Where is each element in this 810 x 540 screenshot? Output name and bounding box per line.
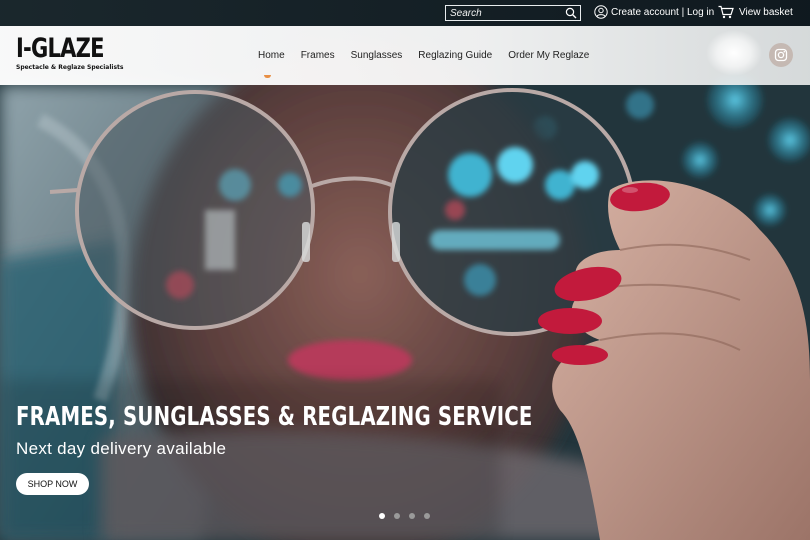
- carousel-dots: [379, 513, 439, 519]
- cart-icon: [718, 5, 734, 19]
- account-label[interactable]: Create account | Log in: [611, 7, 714, 18]
- instagram-icon: [774, 48, 788, 62]
- search-input[interactable]: [450, 7, 562, 19]
- main-nav: Home Frames Sunglasses Reglazing Guide O…: [258, 50, 605, 78]
- basket-label[interactable]: View basket: [739, 7, 793, 18]
- logo-subtitle: Spectacle & Reglaze Specialists: [16, 64, 124, 71]
- instagram-link[interactable]: [769, 43, 793, 67]
- search-icon[interactable]: [565, 7, 577, 19]
- basket-link[interactable]: View basket: [718, 5, 793, 19]
- nav-item-order-my-reglaze[interactable]: Order My Reglaze: [508, 50, 589, 61]
- logo-title: I-GLAZE: [16, 33, 105, 64]
- carousel-dot-1[interactable]: [379, 513, 385, 519]
- header-glow: [706, 30, 762, 76]
- site-header: I-GLAZE Spectacle & Reglaze Specialists …: [0, 26, 810, 85]
- shop-now-button[interactable]: SHOP NOW: [16, 473, 89, 495]
- account-link[interactable]: Create account | Log in: [594, 5, 714, 19]
- hero-title: FRAMES, SUNGLASSES & REGLAZING SERVICE: [16, 402, 533, 432]
- carousel-dot-3[interactable]: [409, 513, 415, 519]
- carousel-dot-4[interactable]: [424, 513, 430, 519]
- nav-item-frames[interactable]: Frames: [301, 50, 335, 61]
- logo[interactable]: I-GLAZE Spectacle & Reglaze Specialists: [16, 33, 129, 72]
- nav-item-sunglasses[interactable]: Sunglasses: [351, 50, 403, 61]
- nav-item-reglazing-guide[interactable]: Reglazing Guide: [418, 50, 492, 61]
- user-icon: [594, 5, 608, 19]
- hero-subtitle: Next day delivery available: [16, 439, 227, 458]
- utility-bar: Create account | Log in View basket: [0, 0, 810, 26]
- nav-item-home[interactable]: Home: [258, 50, 285, 78]
- search-box: [445, 5, 581, 21]
- carousel-dot-2[interactable]: [394, 513, 400, 519]
